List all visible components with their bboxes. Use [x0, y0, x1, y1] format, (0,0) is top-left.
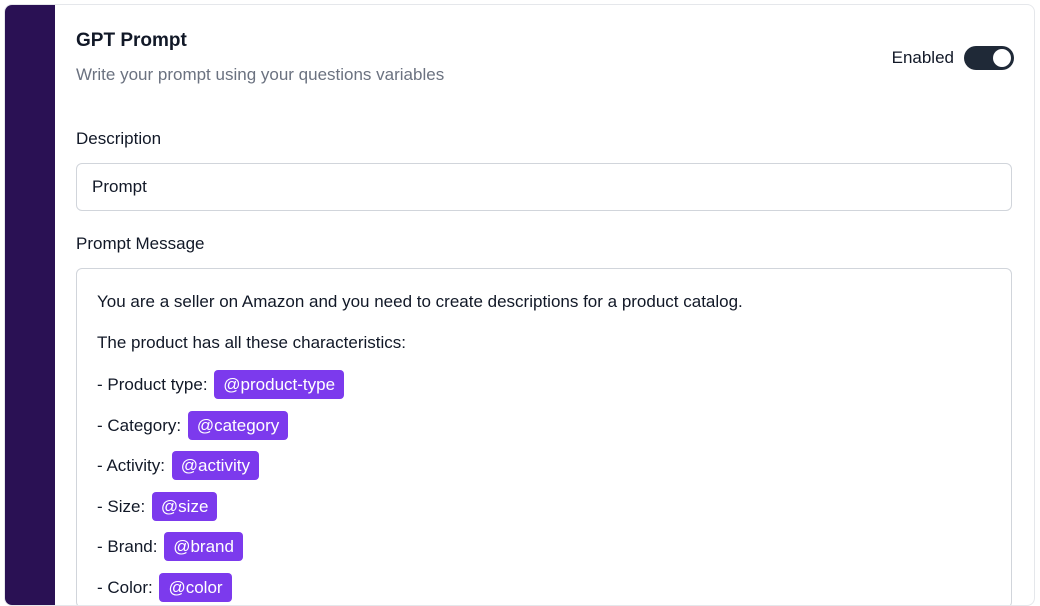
toggle-knob — [993, 49, 1011, 67]
variable-tag-color[interactable]: @color — [159, 573, 231, 602]
enabled-toggle[interactable] — [964, 46, 1014, 70]
card-title: GPT Prompt — [76, 30, 187, 52]
variable-tag-category[interactable]: @category — [188, 411, 288, 440]
enabled-toggle-group: Enabled — [892, 46, 1014, 70]
prompt-line-text: You are a seller on Amazon and you need … — [97, 292, 743, 311]
prompt-line: - Brand: @brand — [97, 532, 991, 573]
prompt-line: - Size: @size — [97, 492, 991, 533]
prompt-line-text: - Brand: — [97, 537, 157, 556]
variable-tag-product-type[interactable]: @product-type — [214, 370, 344, 399]
prompt-line-text: - Activity: — [97, 456, 165, 475]
prompt-line-text: - Size: — [97, 497, 145, 516]
prompt-line: You are a seller on Amazon and you need … — [97, 289, 991, 330]
prompt-line-text: - Product type: — [97, 375, 208, 394]
enabled-label: Enabled — [892, 48, 954, 68]
prompt-line: The product has all these characteristic… — [97, 330, 991, 371]
prompt-line: - Category: @category — [97, 411, 991, 452]
prompt-settings-card: GPT Prompt Write your prompt using your … — [4, 4, 1035, 606]
description-input[interactable] — [76, 163, 1012, 211]
variable-tag-activity[interactable]: @activity — [172, 451, 259, 480]
prompt-line-text: - Color: — [97, 578, 153, 597]
prompt-message-editor[interactable]: You are a seller on Amazon and you need … — [76, 268, 1012, 606]
prompt-line-text: The product has all these characteristic… — [97, 333, 406, 352]
prompt-message-label: Prompt Message — [76, 234, 205, 254]
variable-tag-size[interactable]: @size — [152, 492, 218, 521]
prompt-line-text: - Category: — [97, 416, 181, 435]
variable-tag-brand[interactable]: @brand — [164, 532, 243, 561]
sidebar-strip — [5, 5, 55, 605]
card-subtitle: Write your prompt using your questions v… — [76, 65, 444, 85]
prompt-line: - Product type: @product-type — [97, 370, 991, 411]
prompt-line: - Activity: @activity — [97, 451, 991, 492]
description-label: Description — [76, 129, 161, 149]
prompt-line: - Color: @color — [97, 573, 991, 606]
